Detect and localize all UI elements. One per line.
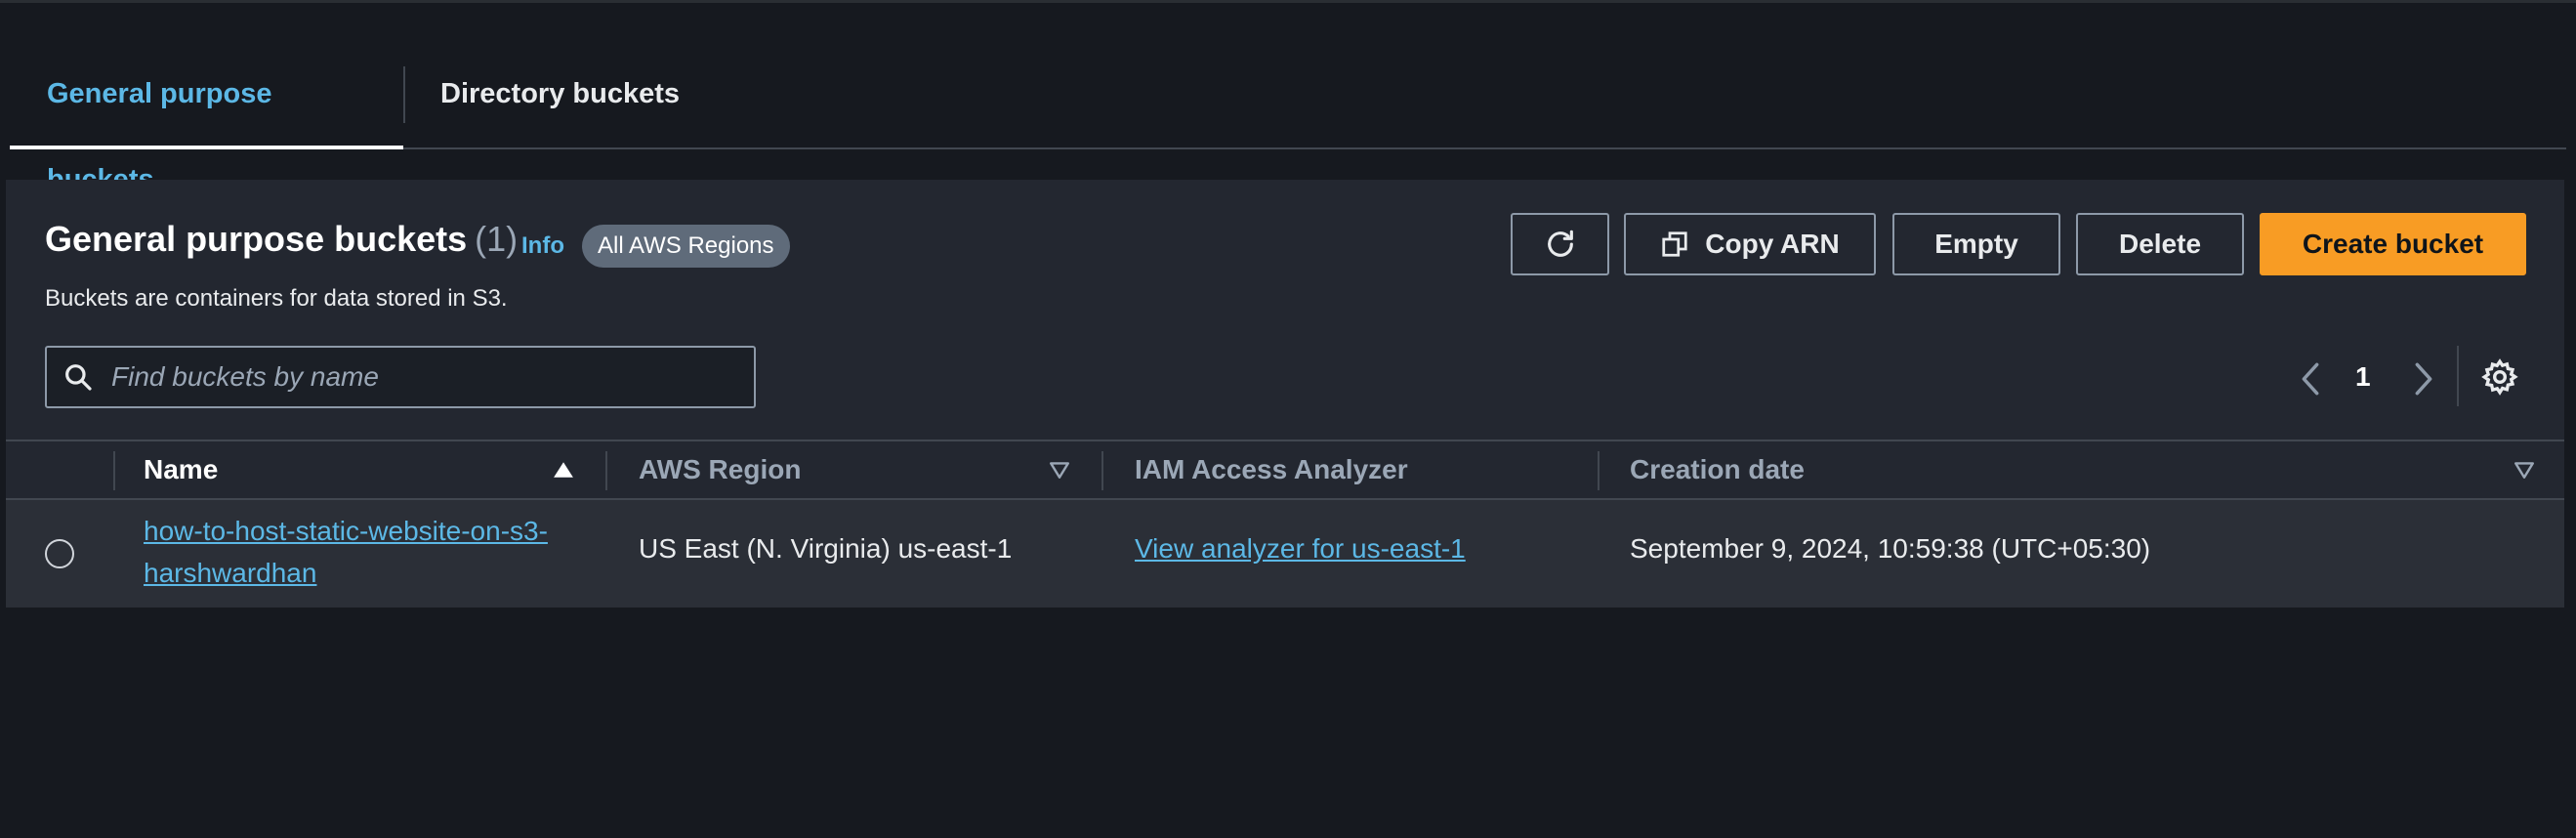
copy-icon bbox=[1662, 231, 1687, 257]
current-page[interactable]: 1 bbox=[2355, 361, 2371, 393]
tab-general-purpose-buckets[interactable]: General purpose buckets bbox=[10, 51, 403, 195]
refresh-button[interactable] bbox=[1511, 213, 1609, 275]
copy-arn-button[interactable]: Copy ARN bbox=[1624, 213, 1876, 275]
copy-arn-label: Copy ARN bbox=[1705, 229, 1840, 259]
bucket-count: (1) bbox=[475, 219, 519, 259]
info-link[interactable]: Info bbox=[521, 232, 564, 260]
column-separator bbox=[1598, 451, 1600, 490]
column-name[interactable]: Name bbox=[144, 441, 218, 498]
create-bucket-button[interactable]: Create bucket bbox=[2260, 213, 2526, 275]
row-select-radio[interactable] bbox=[45, 539, 74, 568]
panel-title-text: General purpose buckets bbox=[45, 219, 468, 259]
buckets-panel: General purpose buckets (1) Info All AWS … bbox=[6, 180, 2564, 608]
chevron-right-icon[interactable] bbox=[2408, 359, 2439, 398]
regions-badge: All AWS Regions bbox=[582, 225, 790, 268]
bucket-name-link[interactable]: how-to-host-static-website-on-s3-harshwa… bbox=[144, 510, 602, 594]
search-icon bbox=[65, 364, 92, 391]
column-separator bbox=[605, 451, 607, 490]
bucket-creation-date: September 9, 2024, 10:59:38 (UTC+05:30) bbox=[1630, 533, 2151, 564]
sort-icon[interactable] bbox=[2514, 459, 2535, 481]
iam-analyzer-link[interactable]: View analyzer for us-east-1 bbox=[1135, 533, 1466, 565]
empty-button[interactable]: Empty bbox=[1892, 213, 2060, 275]
delete-button[interactable]: Delete bbox=[2076, 213, 2244, 275]
panel-description: Buckets are containers for data stored i… bbox=[45, 285, 508, 312]
sort-ascending-icon[interactable] bbox=[553, 459, 574, 481]
search-box bbox=[45, 346, 756, 408]
top-border bbox=[0, 0, 2576, 3]
sort-icon[interactable] bbox=[1049, 459, 1070, 481]
column-separator bbox=[1101, 451, 1103, 490]
tab-directory-buckets[interactable]: Directory buckets bbox=[403, 51, 717, 149]
bucket-region: US East (N. Virginia) us-east-1 bbox=[639, 533, 1013, 564]
search-input[interactable] bbox=[109, 360, 754, 394]
column-separator bbox=[113, 451, 115, 490]
column-aws-region[interactable]: AWS Region bbox=[639, 441, 801, 498]
gear-icon[interactable] bbox=[2480, 357, 2519, 397]
chevron-left-icon[interactable] bbox=[2295, 359, 2326, 398]
pager-divider bbox=[2457, 346, 2459, 406]
refresh-icon bbox=[1547, 230, 1573, 257]
table-header: Name AWS Region IAM Access Analyzer Crea… bbox=[6, 440, 2564, 500]
column-iam-access-analyzer[interactable]: IAM Access Analyzer bbox=[1135, 441, 1408, 498]
bucket-type-tabs: General purpose buckets Directory bucket… bbox=[10, 51, 2566, 195]
column-creation-date[interactable]: Creation date bbox=[1630, 441, 1805, 498]
table-row: how-to-host-static-website-on-s3-harshwa… bbox=[6, 500, 2564, 608]
panel-title: General purpose buckets (1) bbox=[45, 219, 518, 260]
